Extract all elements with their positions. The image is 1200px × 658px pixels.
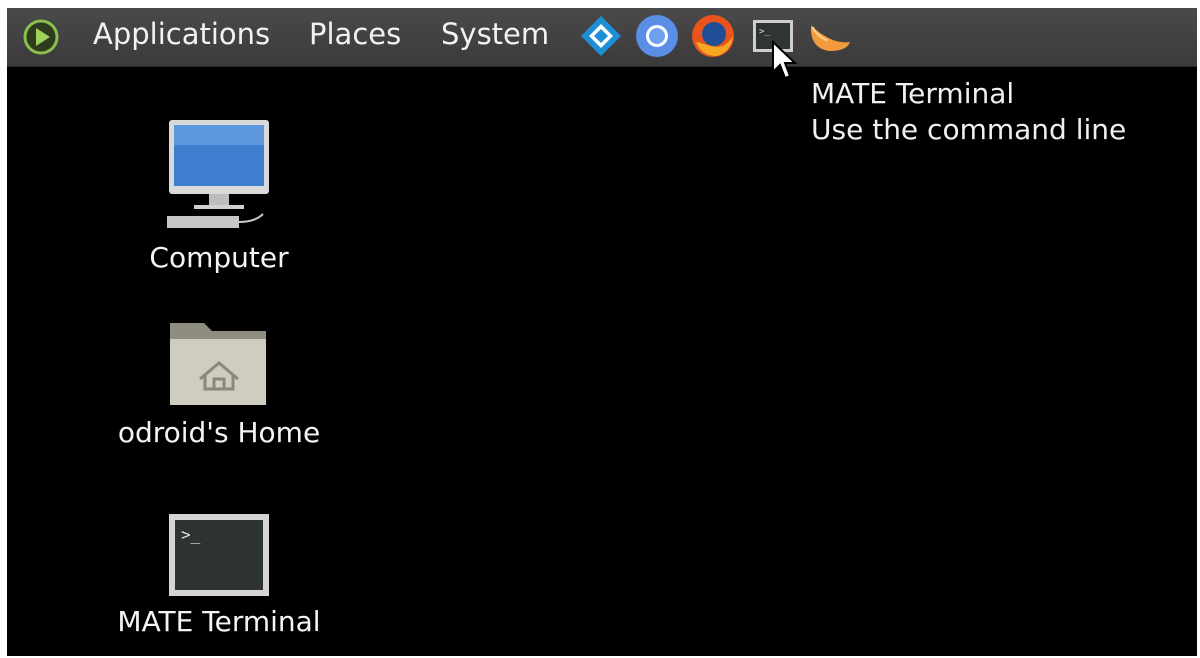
top-panel: Applications Places System >_ xyxy=(7,8,1197,67)
terminal-icon: >_ xyxy=(169,514,269,596)
desktop-icon-label: odroid's Home xyxy=(117,416,321,449)
chromium-icon[interactable] xyxy=(633,12,681,60)
menu-system[interactable]: System xyxy=(441,8,549,66)
home-folder-icon xyxy=(170,323,266,405)
computer-icon xyxy=(167,120,269,228)
desktop-icon-home[interactable]: odroid's Home xyxy=(89,313,349,451)
clementine-icon[interactable] xyxy=(805,12,853,60)
menu-applications[interactable]: Applications xyxy=(93,8,270,66)
menu-places[interactable]: Places xyxy=(309,8,401,66)
desktop-screen: Applications Places System >_ MATE Termi… xyxy=(7,8,1197,656)
firefox-icon[interactable] xyxy=(689,12,737,60)
desktop-icon-computer[interactable]: Computer xyxy=(89,116,349,276)
mouse-cursor-icon xyxy=(772,40,798,80)
desktop-icon-label: Computer xyxy=(149,241,289,274)
kodi-icon[interactable] xyxy=(577,12,625,60)
tooltip-description: Use the command line xyxy=(811,113,1127,146)
launcher-tooltip: MATE Terminal Use the command line xyxy=(811,76,1126,148)
desktop-icon-terminal[interactable]: >_ MATE Terminal xyxy=(89,512,349,640)
desktop-icon-label: MATE Terminal xyxy=(117,605,321,638)
tooltip-title: MATE Terminal xyxy=(811,77,1015,110)
svg-text:>_: >_ xyxy=(759,27,770,37)
svg-text:>_: >_ xyxy=(181,525,201,544)
mate-menu-icon[interactable] xyxy=(23,19,59,55)
